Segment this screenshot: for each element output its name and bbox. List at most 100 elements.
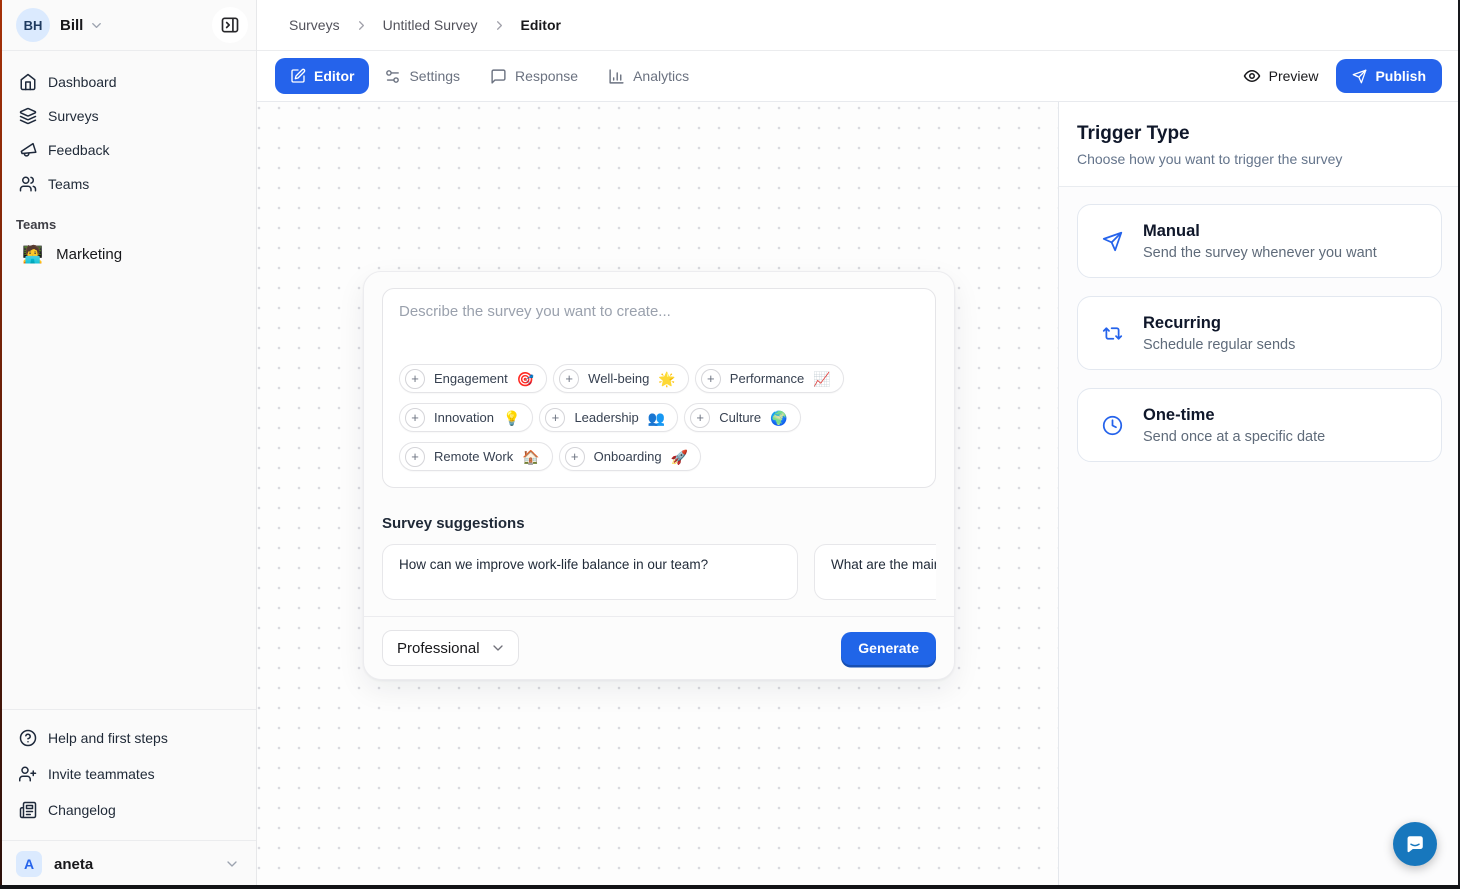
publish-button[interactable]: Publish (1336, 59, 1442, 93)
trigger-panel-title: Trigger Type (1077, 123, 1442, 145)
chip-label: Engagement (434, 371, 508, 386)
tab-settings[interactable]: Settings (369, 58, 475, 94)
newspaper-icon (19, 801, 37, 819)
breadcrumb-untitled-survey[interactable]: Untitled Survey (383, 17, 478, 33)
chevron-right-icon (354, 18, 369, 33)
tab-response[interactable]: Response (475, 58, 593, 94)
sidebar-item-marketing[interactable]: 🧑‍💻 Marketing (8, 236, 248, 272)
star-emoji-icon: 🌟 (658, 372, 675, 386)
sidebar-item-invite[interactable]: Invite teammates (8, 756, 248, 792)
chip-label: Innovation (434, 410, 494, 425)
plus-icon: + (405, 369, 425, 389)
preview-label: Preview (1269, 68, 1319, 84)
send-icon (1352, 69, 1367, 84)
suggestion-card[interactable]: How can we improve work-life balance in … (382, 544, 798, 600)
chip-performance[interactable]: + Performance 📈 (695, 364, 844, 393)
rocket-emoji-icon: 🚀 (671, 450, 688, 464)
trigger-option-recurring[interactable]: Recurring Schedule regular sends (1077, 296, 1442, 370)
trigger-option-title: One-time (1143, 406, 1325, 425)
tone-select[interactable]: Professional (382, 630, 519, 666)
plus-icon: + (690, 408, 710, 428)
editor-canvas: + Engagement 🎯 + Well-being 🌟 + Performa… (257, 102, 1058, 889)
megaphone-icon (19, 141, 37, 159)
trigger-option-manual[interactable]: Manual Send the survey whenever you want (1077, 204, 1442, 278)
tone-value: Professional (397, 640, 480, 657)
tab-label: Analytics (633, 68, 689, 84)
chip-onboarding[interactable]: + Onboarding 🚀 (559, 442, 701, 471)
send-icon (1102, 231, 1123, 252)
chip-well-being[interactable]: + Well-being 🌟 (553, 364, 689, 393)
chat-bubble-icon (490, 68, 507, 85)
topic-chips: + Engagement 🎯 + Well-being 🌟 + Performa… (399, 364, 919, 473)
sidebar-item-label: Help and first steps (48, 730, 168, 746)
bulb-emoji-icon: 💡 (503, 411, 520, 425)
trigger-option-title: Manual (1143, 222, 1377, 241)
tab-label: Editor (314, 68, 354, 84)
panel-collapse-icon (220, 15, 240, 35)
layers-icon (19, 107, 37, 125)
chip-engagement[interactable]: + Engagement 🎯 (399, 364, 547, 393)
pencil-square-icon (290, 68, 306, 84)
workspace-header: BH Bill (0, 0, 256, 51)
chevron-down-icon (490, 640, 506, 656)
plus-icon: + (405, 408, 425, 428)
account-avatar: A (16, 851, 42, 877)
sidebar: BH Bill Dashboard Surveys F (0, 0, 257, 889)
workspace-name[interactable]: Bill (60, 17, 83, 34)
trigger-panel-header: Trigger Type Choose how you want to trig… (1059, 102, 1460, 187)
chart-emoji-icon: 📈 (813, 372, 830, 386)
chip-label: Well-being (588, 371, 649, 386)
sidebar-item-teams[interactable]: Teams (8, 167, 248, 201)
chevron-down-icon[interactable] (89, 18, 104, 33)
bar-chart-icon (608, 68, 625, 85)
tab-label: Response (515, 68, 578, 84)
tab-editor[interactable]: Editor (275, 58, 369, 94)
chip-label: Culture (719, 410, 761, 425)
suggestions-row: How can we improve work-life balance in … (382, 544, 936, 600)
suggestion-card[interactable]: What are the main ob (814, 544, 936, 600)
tab-label: Settings (409, 68, 460, 84)
sidebar-item-label: Surveys (48, 108, 99, 124)
chevron-right-icon (492, 18, 507, 33)
chip-leadership[interactable]: + Leadership 👥 (539, 403, 678, 432)
breadcrumb: Surveys Untitled Survey Editor (257, 0, 1460, 51)
breadcrumb-surveys[interactable]: Surveys (289, 17, 340, 33)
teams-section-title: Teams (0, 201, 256, 236)
sidebar-nav: Dashboard Surveys Feedback Teams (0, 51, 256, 201)
prompt-card: + Engagement 🎯 + Well-being 🌟 + Performa… (382, 288, 936, 488)
trigger-type-panel: Trigger Type Choose how you want to trig… (1058, 102, 1460, 889)
sidebar-item-help[interactable]: Help and first steps (8, 720, 248, 756)
preview-button[interactable]: Preview (1243, 67, 1319, 85)
generate-button[interactable]: Generate (841, 632, 936, 665)
account-menu[interactable]: A aneta (0, 840, 256, 889)
sidebar-item-dashboard[interactable]: Dashboard (8, 65, 248, 99)
users-icon (19, 175, 37, 193)
clock-icon (1102, 415, 1123, 436)
window-left-edge (0, 0, 2, 889)
sidebar-collapse-button[interactable] (212, 7, 248, 43)
composer-footer: Professional Generate (364, 616, 954, 679)
technologist-emoji-icon: 🧑‍💻 (22, 246, 43, 263)
sidebar-item-surveys[interactable]: Surveys (8, 99, 248, 133)
chip-label: Remote Work (434, 449, 513, 464)
publish-label: Publish (1375, 68, 1426, 84)
plus-icon: + (559, 369, 579, 389)
chip-innovation[interactable]: + Innovation 💡 (399, 403, 533, 432)
workspace-avatar: BH (16, 8, 50, 42)
sliders-icon (384, 68, 401, 85)
sidebar-item-feedback[interactable]: Feedback (8, 133, 248, 167)
chip-label: Performance (730, 371, 804, 386)
chip-remote-work[interactable]: + Remote Work 🏠 (399, 442, 553, 471)
trigger-option-one-time[interactable]: One-time Send once at a specific date (1077, 388, 1442, 462)
tab-analytics[interactable]: Analytics (593, 58, 704, 94)
plus-icon: + (405, 447, 425, 467)
intercom-chat-icon (1404, 833, 1426, 855)
sidebar-item-label: Dashboard (48, 74, 117, 90)
chat-launcher-button[interactable] (1393, 822, 1437, 866)
breadcrumb-editor: Editor (521, 17, 561, 33)
chip-culture[interactable]: + Culture 🌍 (684, 403, 800, 432)
survey-description-input[interactable] (399, 303, 919, 364)
sidebar-item-changelog[interactable]: Changelog (8, 792, 248, 828)
home-icon (19, 73, 37, 91)
help-circle-icon (19, 729, 37, 747)
